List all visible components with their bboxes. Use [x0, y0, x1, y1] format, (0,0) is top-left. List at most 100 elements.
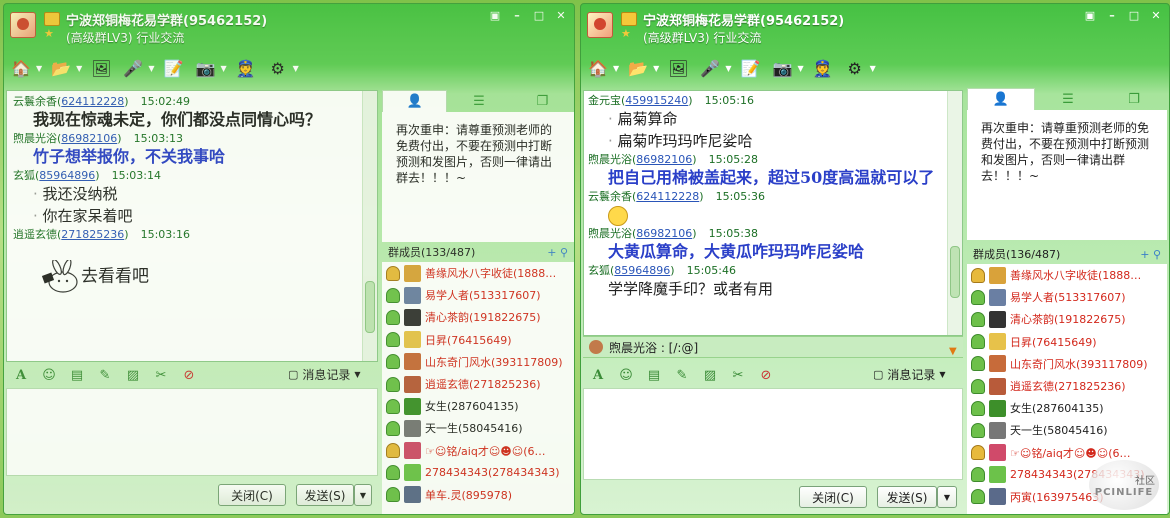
- chevron-down-icon[interactable]: ▼: [148, 64, 154, 73]
- settings-icon[interactable]: ⚙: [842, 55, 868, 81]
- message-area[interactable]: 金元宝(459915240)15:05:16 扁菊算命扁菊咋玛玛咋尼娑哈煦晨光浴(…: [583, 90, 963, 336]
- scissors-icon[interactable]: ✂: [152, 366, 170, 384]
- message-area[interactable]: 云鬟余香(624112228) 15:02:49 我现在惊魂未定，你们都没点同情心吗…: [6, 90, 378, 362]
- notice-icon[interactable]: 📝: [737, 55, 763, 81]
- group-avatar[interactable]: [587, 12, 613, 38]
- add-member-icon[interactable]: +: [1140, 248, 1149, 261]
- emoticon-icon[interactable]: ☺: [617, 366, 635, 384]
- member-row[interactable]: 善缘风水八字收徒(1888…: [967, 264, 1167, 286]
- member-row[interactable]: 女生(287604135): [967, 397, 1167, 419]
- member-row[interactable]: 单车.灵(895978): [382, 484, 574, 506]
- send-button[interactable]: 发送(S): [877, 486, 937, 508]
- close-button[interactable]: 关闭(C): [218, 484, 286, 506]
- group-avatar[interactable]: [10, 12, 36, 38]
- settings-icon[interactable]: ⚙: [265, 55, 291, 81]
- print-icon[interactable]: ▤: [645, 366, 663, 384]
- member-row[interactable]: 山东奇门风水(393117809): [382, 351, 574, 373]
- message-input[interactable]: [6, 388, 378, 476]
- tab-list[interactable]: ☰: [447, 90, 510, 112]
- font-icon[interactable]: A: [589, 366, 607, 384]
- member-row[interactable]: 易学人者(513317607): [382, 284, 574, 306]
- chevron-down-icon[interactable]: ▼: [653, 64, 659, 73]
- member-row[interactable]: 天一生(58045416): [967, 419, 1167, 441]
- admin-icon[interactable]: 👮: [233, 55, 259, 81]
- chevron-down-icon[interactable]: ▼: [220, 64, 226, 73]
- member-row[interactable]: ☞☺铭/aiq才☺☻☺(6…: [382, 440, 574, 462]
- tab-members[interactable]: 👤: [382, 90, 448, 112]
- emoticon-icon[interactable]: ☺: [40, 366, 58, 384]
- print-icon[interactable]: ▤: [68, 366, 86, 384]
- sender-id-link[interactable]: 85964896: [614, 264, 670, 277]
- chevron-down-icon[interactable]: ▼: [797, 64, 803, 73]
- voice-icon[interactable]: 🎤: [120, 55, 146, 81]
- chevron-down-icon[interactable]: ▼: [870, 64, 876, 73]
- member-row[interactable]: 善缘风水八字收徒(1888…: [382, 262, 574, 284]
- block-icon[interactable]: ⊘: [180, 366, 198, 384]
- chevron-down-icon[interactable]: ▼: [293, 64, 299, 73]
- sender-id-link[interactable]: 271825236: [61, 228, 124, 241]
- sender-name[interactable]: 玄狐: [588, 264, 610, 277]
- tab-files[interactable]: ❐: [511, 90, 574, 112]
- member-row[interactable]: 女生(287604135): [382, 395, 574, 417]
- sender-id-link[interactable]: 85964896: [39, 169, 95, 182]
- send-options-button[interactable]: ▼: [354, 484, 372, 506]
- tab-members[interactable]: 👤: [967, 88, 1035, 110]
- menu-icon[interactable]: ▣: [488, 8, 502, 22]
- member-row[interactable]: 清心茶韵(191822675): [967, 308, 1167, 330]
- sender-id-link[interactable]: 86982106: [636, 227, 692, 240]
- sender-name[interactable]: 云鬟余香: [13, 95, 57, 108]
- sender-id-link[interactable]: 86982106: [61, 132, 117, 145]
- member-row[interactable]: 逍遥玄德(271825236): [382, 373, 574, 395]
- chevron-down-icon[interactable]: ▼: [76, 64, 82, 73]
- title-bar[interactable]: ★ 宁波郑铜梅花易学群(95462152) (高级群LV3) 行业交流 ▣ – …: [4, 4, 574, 50]
- member-row[interactable]: 逍遥玄德(271825236): [967, 375, 1167, 397]
- sender-id-link[interactable]: 459915240: [625, 94, 688, 107]
- close-icon[interactable]: ✕: [554, 8, 568, 22]
- member-row[interactable]: 日昇(76415649): [967, 331, 1167, 353]
- member-row[interactable]: ☞☺铭/aiq才☺☻☺(6…: [967, 442, 1167, 464]
- scrollbar[interactable]: [947, 91, 962, 335]
- image-icon[interactable]: ▨: [124, 366, 142, 384]
- block-icon[interactable]: ⊘: [757, 366, 775, 384]
- chevron-down-icon[interactable]: ▼: [36, 64, 42, 73]
- webcam-icon[interactable]: 📷: [192, 55, 218, 81]
- notice-icon[interactable]: 📝: [160, 55, 186, 81]
- message-history-button[interactable]: ▢ 消息记录 ▼: [873, 366, 946, 383]
- add-member-icon[interactable]: +: [547, 246, 556, 259]
- folder-icon[interactable]: 📂: [625, 55, 651, 81]
- home-icon[interactable]: 🏠: [585, 55, 611, 81]
- menu-icon[interactable]: ▣: [1083, 8, 1097, 22]
- message-input[interactable]: [583, 388, 963, 480]
- minimize-icon[interactable]: –: [510, 8, 524, 22]
- member-row[interactable]: 易学人者(513317607): [967, 286, 1167, 308]
- send-button[interactable]: 发送(S): [296, 484, 354, 506]
- sender-name[interactable]: 玄狐: [13, 169, 35, 182]
- tab-files[interactable]: ❐: [1101, 88, 1167, 110]
- folder-icon[interactable]: 📂: [48, 55, 74, 81]
- album-icon[interactable]: 🖼: [88, 55, 114, 81]
- reply-bar[interactable]: 煦晨光浴 : [/:@]: [583, 336, 963, 358]
- message-history-button[interactable]: ▢ 消息记录 ▼: [288, 366, 361, 383]
- send-options-button[interactable]: ▼: [937, 486, 957, 508]
- search-icon[interactable]: ⚲: [560, 246, 568, 259]
- scrollbar[interactable]: [362, 91, 377, 361]
- member-row[interactable]: 天一生(58045416): [382, 417, 574, 439]
- album-icon[interactable]: 🖼: [665, 55, 691, 81]
- image-icon[interactable]: ▨: [701, 366, 719, 384]
- sender-name[interactable]: 金元宝: [588, 94, 621, 107]
- title-bar[interactable]: ★ 宁波郑铜梅花易学群(95462152) (高级群LV3) 行业交流 ▣ – …: [581, 4, 1169, 50]
- maximize-icon[interactable]: □: [532, 8, 546, 22]
- minimize-icon[interactable]: –: [1105, 8, 1119, 22]
- close-button[interactable]: 关闭(C): [799, 486, 867, 508]
- voice-icon[interactable]: 🎤: [697, 55, 723, 81]
- sender-name[interactable]: 云鬟余香: [588, 190, 632, 203]
- home-icon[interactable]: 🏠: [8, 55, 34, 81]
- sender-id-link[interactable]: 624112228: [61, 95, 124, 108]
- member-row[interactable]: 日昇(76415649): [382, 329, 574, 351]
- member-list[interactable]: 善缘风水八字收徒(1888… 易学人者(513317607) 清心茶韵(191822…: [382, 262, 574, 514]
- chevron-down-icon[interactable]: ▼: [725, 64, 731, 73]
- sender-id-link[interactable]: 624112228: [636, 190, 699, 203]
- member-row[interactable]: 山东奇门风水(393117809): [967, 353, 1167, 375]
- member-row[interactable]: 278434343(278434343): [382, 462, 574, 484]
- search-icon[interactable]: ⚲: [1153, 248, 1161, 261]
